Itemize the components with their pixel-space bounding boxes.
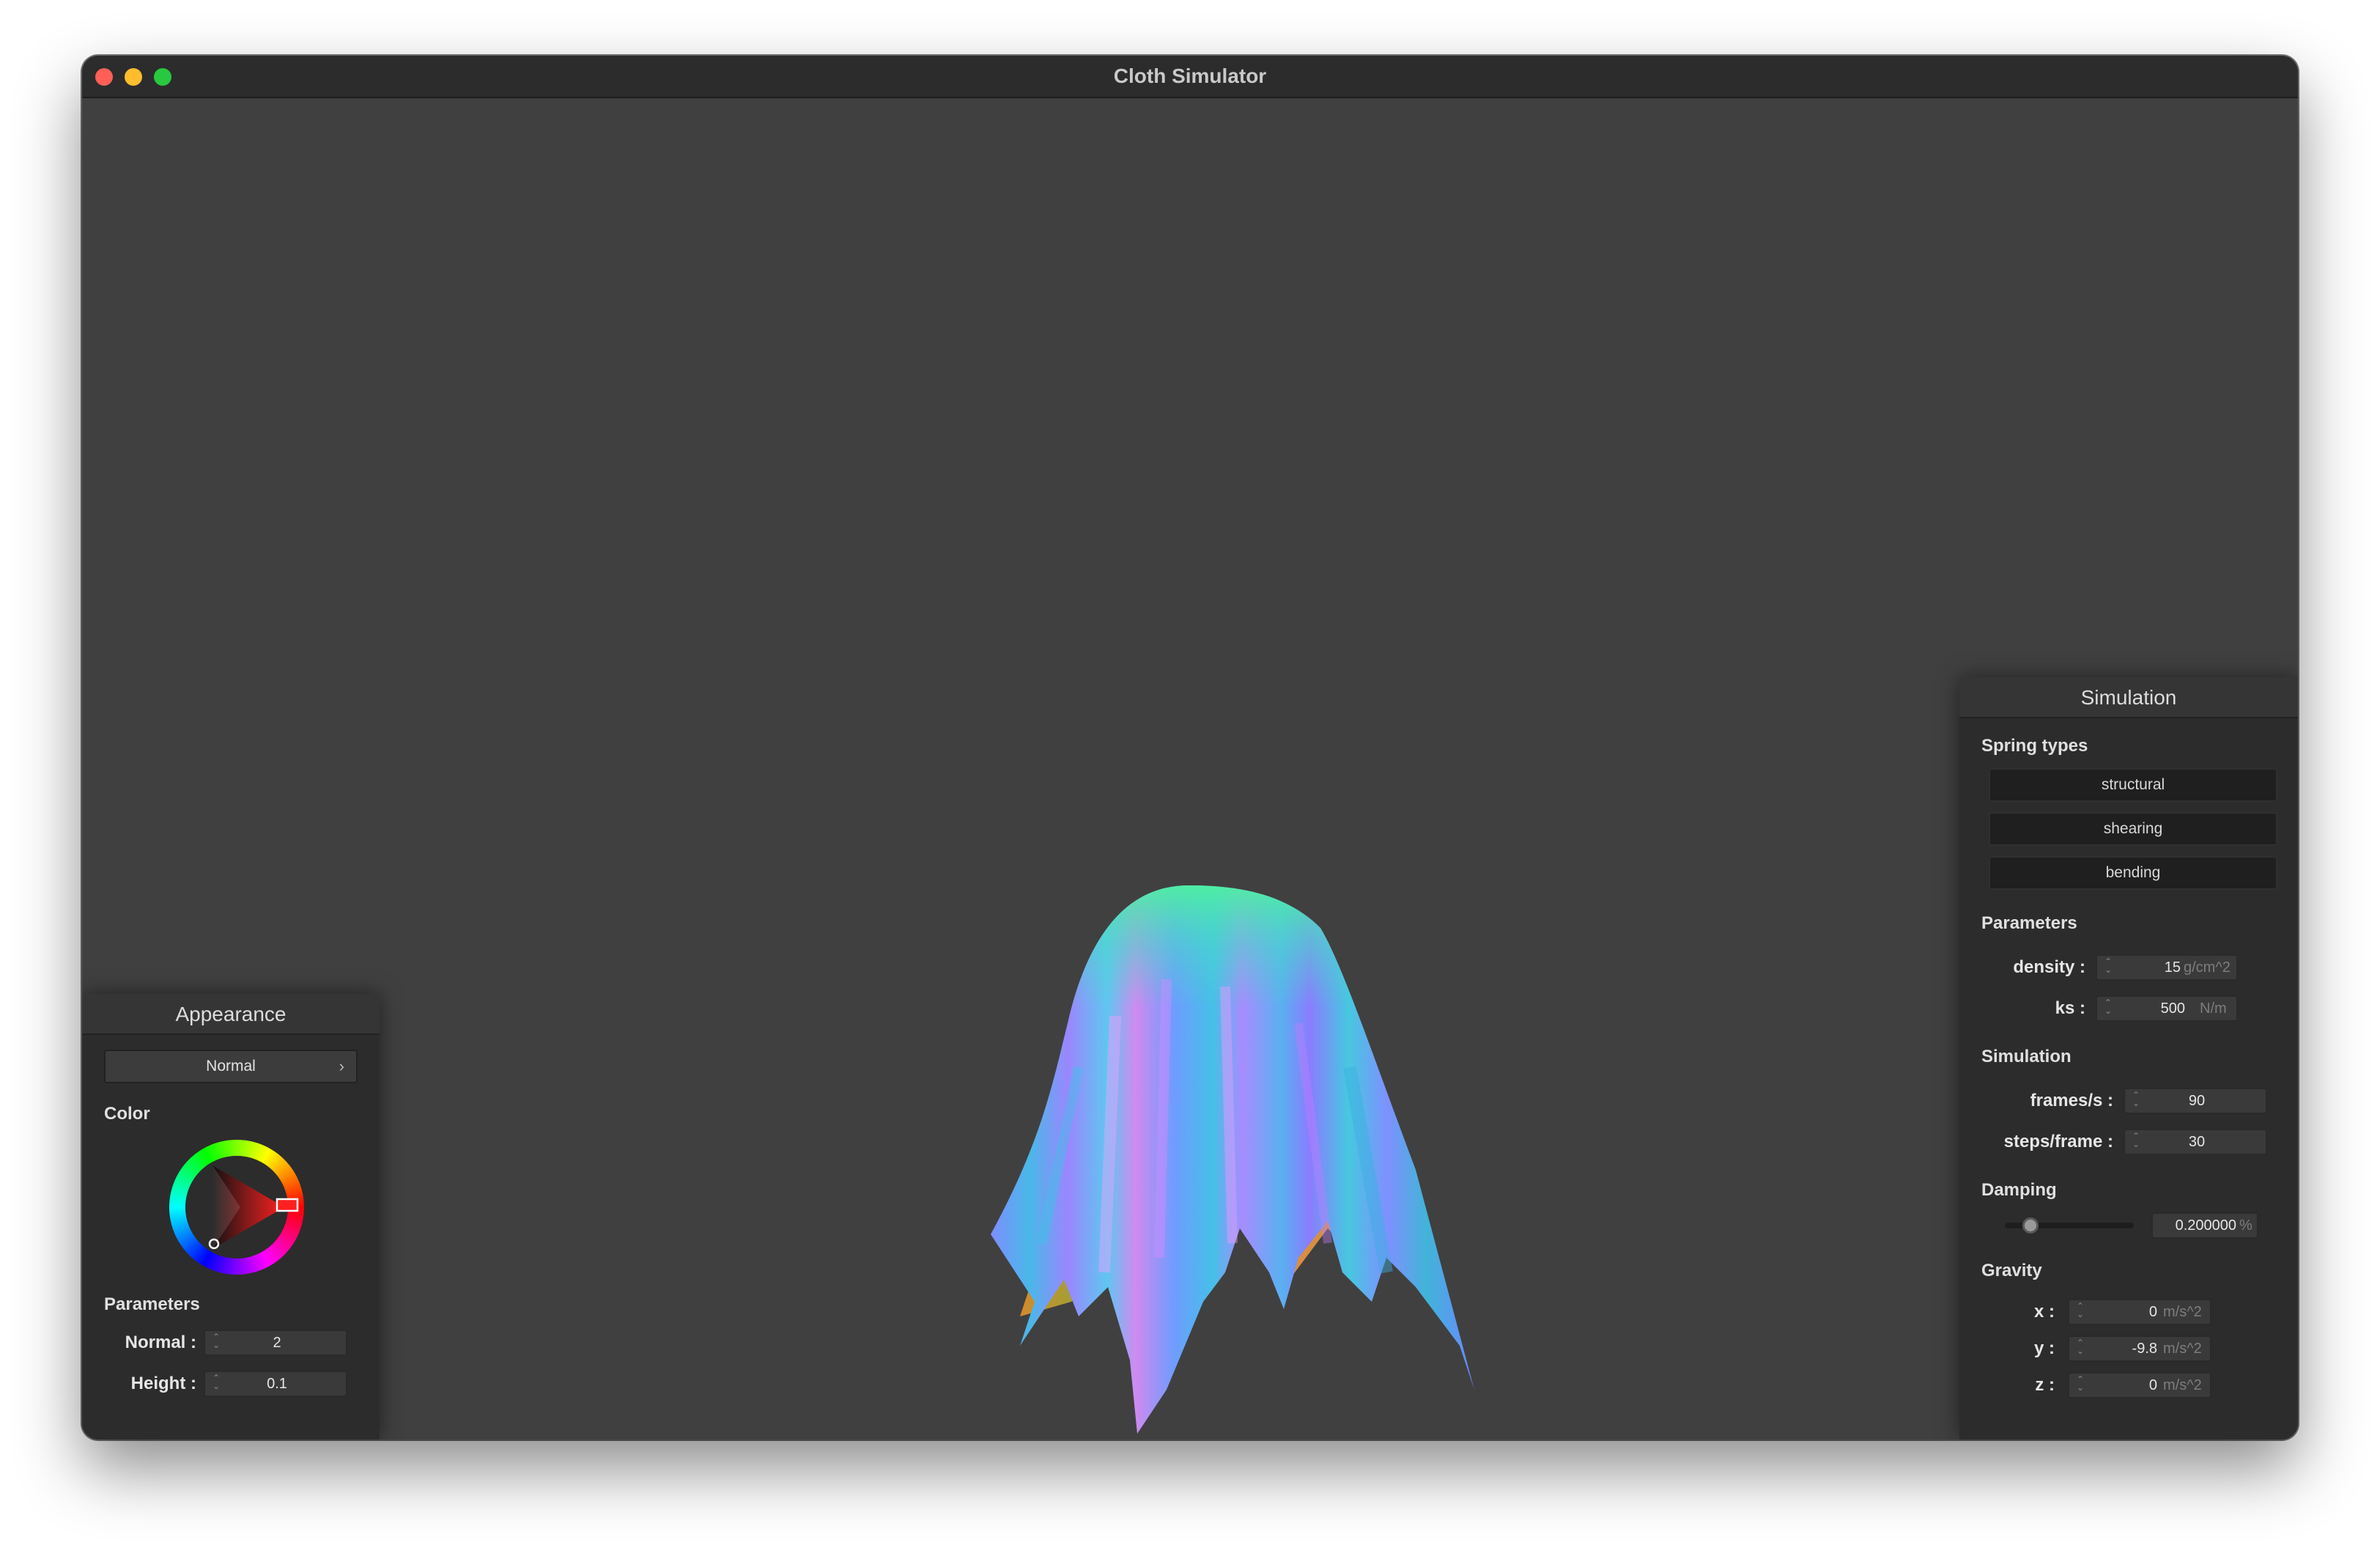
gravity-y-unit: m/s^2: [2163, 1341, 2202, 1357]
gravity-y-value: -9.8: [2132, 1341, 2157, 1357]
ks-value: 500: [2160, 1000, 2185, 1017]
steps-per-frame-value: 30: [2188, 1134, 2206, 1150]
sim-parameters-label: Parameters: [1981, 913, 2077, 933]
appearance-panel: Appearance Normal › Color Parameters Nor…: [82, 994, 380, 1440]
density-input[interactable]: ⌃ ⌄ 15 g/cm^2: [2096, 954, 2238, 981]
gravity-label: Gravity: [1981, 1261, 2042, 1280]
gravity-z-unit: m/s^2: [2163, 1377, 2202, 1393]
density-value: 15: [2164, 959, 2181, 976]
density-label: density :: [2013, 957, 2085, 977]
normal-label: Normal :: [125, 1333, 196, 1352]
gravity-x-label: x :: [2033, 1302, 2055, 1322]
steps-per-frame-label: steps/frame :: [2003, 1132, 2113, 1151]
window-title: Cloth Simulator: [1113, 64, 1267, 87]
shader-dropdown[interactable]: Normal ›: [104, 1050, 358, 1083]
appearance-parameters-label: Parameters: [104, 1294, 200, 1314]
color-wheel[interactable]: [167, 1138, 306, 1277]
height-value: 0.1: [267, 1376, 287, 1392]
gravity-x-unit: m/s^2: [2163, 1304, 2202, 1320]
spring-types-label: Spring types: [1981, 736, 2088, 756]
stepper-icon[interactable]: ⌃ ⌄: [2075, 1375, 2085, 1395]
simulation-panel-title: Simulation: [1959, 677, 2298, 718]
frames-per-s-label: frames/s :: [2030, 1091, 2113, 1110]
gravity-y-input[interactable]: ⌃ ⌄ -9.8 m/s^2: [2068, 1335, 2211, 1362]
simulation-panel: Simulation Spring types structural shear…: [1959, 677, 2298, 1440]
normal-value: 2: [273, 1335, 281, 1351]
height-label: Height :: [130, 1374, 196, 1393]
stepper-icon[interactable]: ⌃ ⌄: [2103, 998, 2113, 1018]
gravity-z-label: z :: [2035, 1375, 2055, 1395]
damping-value: 0.200000: [2175, 1217, 2236, 1234]
ks-input[interactable]: ⌃ ⌄ 500 N/m: [2096, 995, 2238, 1022]
bending-button[interactable]: bending: [1989, 856, 2277, 890]
ks-label: ks :: [2055, 998, 2085, 1018]
gravity-z-input[interactable]: ⌃ ⌄ 0 m/s^2: [2068, 1372, 2211, 1398]
shearing-button[interactable]: shearing: [1989, 812, 2277, 846]
density-unit: g/cm^2: [2184, 959, 2231, 976]
ks-unit: N/m: [2200, 1000, 2227, 1017]
color-label: Color: [104, 1104, 150, 1124]
damping-input[interactable]: 0.200000 %: [2151, 1212, 2258, 1239]
title-bar: Cloth Simulator: [82, 56, 2298, 98]
damping-unit: %: [2239, 1217, 2252, 1234]
gravity-y-label: y :: [2033, 1338, 2055, 1358]
sim-simulation-label: Simulation: [1981, 1047, 2072, 1066]
gravity-x-value: 0: [2148, 1304, 2157, 1320]
structural-button[interactable]: structural: [1989, 768, 2277, 802]
chevron-right-icon: ›: [339, 1057, 344, 1075]
stepper-icon[interactable]: ⌃ ⌄: [2103, 957, 2113, 977]
frames-per-s-value: 90: [2188, 1093, 2206, 1109]
stepper-icon[interactable]: ⌃ ⌄: [2075, 1302, 2085, 1322]
gravity-z-value: 0: [2148, 1377, 2157, 1393]
steps-per-frame-input[interactable]: ⌃ ⌄ 30: [2124, 1129, 2267, 1155]
gravity-x-input[interactable]: ⌃ ⌄ 0 m/s^2: [2068, 1299, 2211, 1325]
frames-per-s-input[interactable]: ⌃ ⌄ 90: [2124, 1088, 2267, 1114]
shader-dropdown-value: Normal: [206, 1058, 256, 1075]
height-input[interactable]: ⌃ ⌄ 0.1: [204, 1371, 347, 1397]
normal-input[interactable]: ⌃ ⌄ 2: [204, 1330, 347, 1356]
app-window: Cloth Simulator Appearance Normal › Colo…: [82, 56, 2298, 1440]
damping-label: Damping: [1981, 1180, 2057, 1200]
appearance-panel-title: Appearance: [82, 994, 380, 1035]
stepper-icon[interactable]: ⌃ ⌄: [2075, 1338, 2085, 1358]
damping-slider-knob[interactable]: [2022, 1217, 2039, 1234]
